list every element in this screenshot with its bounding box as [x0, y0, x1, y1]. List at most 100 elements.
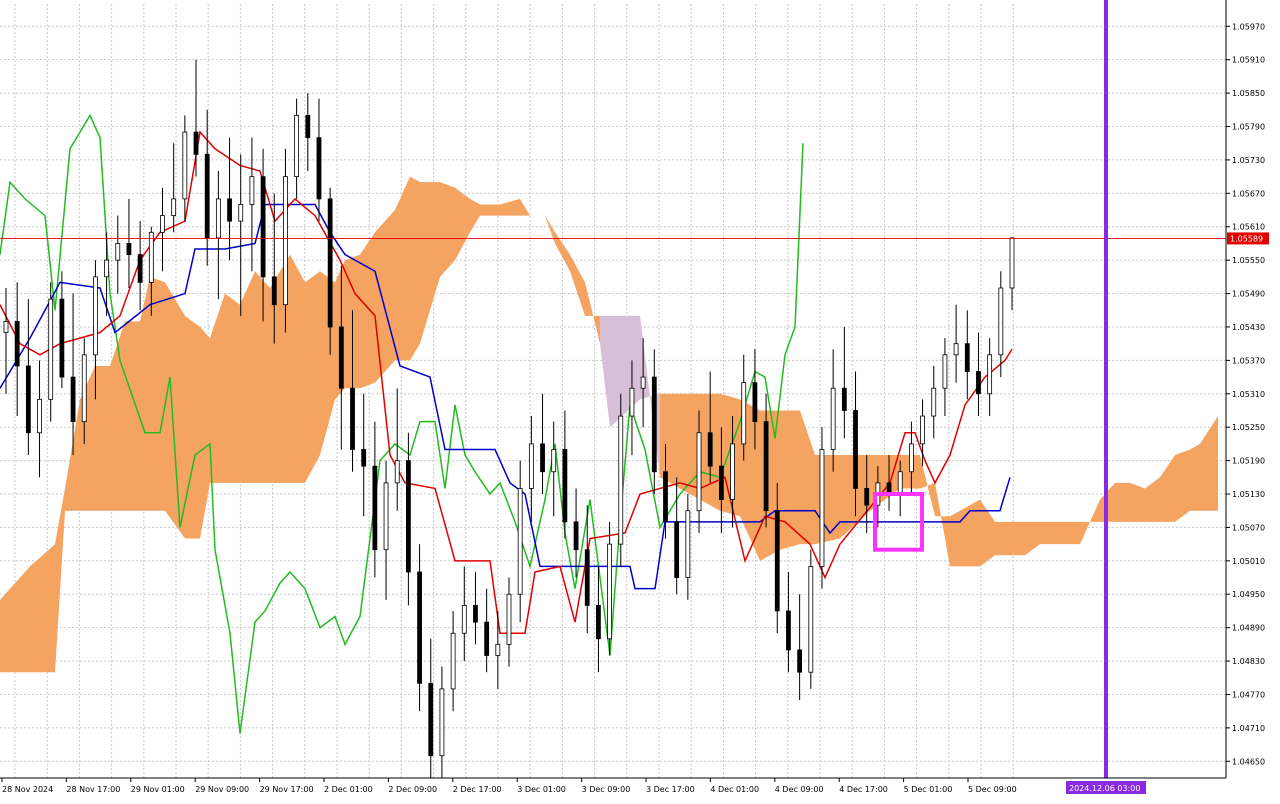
candle-body — [596, 604, 601, 640]
candle-body — [182, 131, 188, 200]
x-tick-label: 29 Nov 01:00 — [131, 785, 185, 794]
x-tick-label: 29 Nov 09:00 — [195, 785, 249, 794]
y-tick-label: 1.04650 — [1232, 757, 1265, 766]
kumo-segment — [995, 521, 1010, 556]
x-tick-label: 2 Dec 01:00 — [324, 785, 373, 794]
future-time-marker-label: 2024.12.06 03:00 — [1069, 784, 1140, 793]
candle-body — [249, 176, 255, 205]
candle-body — [730, 443, 735, 500]
x-tick-label: 5 Dec 09:00 — [968, 785, 1017, 794]
kumo-segment — [1040, 521, 1060, 545]
kumo-segment — [1060, 521, 1080, 545]
candle-body — [238, 204, 244, 222]
candle-body — [383, 482, 389, 551]
candle-body — [864, 488, 870, 506]
candle-body — [897, 471, 903, 495]
y-tick-label: 1.05130 — [1232, 490, 1265, 499]
y-tick-label: 1.05430 — [1232, 323, 1265, 332]
candle-body — [461, 604, 467, 634]
candle-body — [786, 610, 791, 651]
candle-body — [283, 176, 288, 306]
candle-body — [204, 153, 210, 239]
candle-body — [528, 443, 534, 489]
candle-body — [763, 421, 769, 512]
kumo-segment — [30, 544, 55, 673]
candle-body — [819, 449, 825, 567]
y-tick-label: 1.04950 — [1232, 590, 1265, 599]
kumo-segment — [1130, 482, 1145, 522]
kumo-segment — [305, 271, 320, 483]
candle-body — [81, 354, 87, 423]
x-tick-label: 4 Dec 09:00 — [775, 785, 824, 794]
candle-body — [305, 114, 311, 139]
ichimoku-chart[interactable]: 1.05589 2024.12.06 03:00 1.05970 1.05910 1.… — [0, 0, 1280, 800]
candle-body — [148, 231, 154, 283]
x-tick-label: 2 Dec 17:00 — [453, 785, 502, 794]
candle-body — [707, 432, 713, 467]
candle-body — [953, 343, 959, 356]
y-tick-label: 1.05910 — [1232, 56, 1265, 65]
candle-body — [663, 471, 668, 523]
candle-body — [14, 320, 20, 367]
y-tick-label: 1.05670 — [1232, 189, 1265, 198]
candle-body — [495, 643, 501, 656]
x-tick-label: 4 Dec 17:00 — [839, 785, 888, 794]
chart-canvas[interactable]: 1.05589 2024.12.06 03:00 1.05970 1.05910 1.… — [0, 0, 1280, 800]
candle-body — [987, 354, 993, 395]
y-tick-label: 1.05370 — [1232, 356, 1265, 365]
candle-body — [294, 114, 300, 178]
candle-body — [271, 276, 277, 306]
y-tick-label: 1.05610 — [1232, 223, 1265, 232]
kumo-segment — [255, 271, 270, 483]
candle-body — [517, 488, 523, 595]
candle-body — [808, 566, 814, 673]
candle-body — [685, 510, 691, 578]
candle-body — [651, 376, 657, 473]
candle-body — [920, 415, 925, 445]
candle-body — [126, 243, 132, 255]
kumo-segment — [125, 321, 140, 511]
y-tick-label: 1.05310 — [1232, 390, 1265, 399]
y-tick-label: 1.05850 — [1232, 89, 1265, 98]
candle-body — [752, 382, 758, 423]
candle-body — [3, 320, 9, 333]
candle-body — [25, 365, 31, 434]
y-tick-label: 1.05970 — [1232, 22, 1265, 31]
y-tick-label: 1.05490 — [1232, 290, 1265, 299]
candle-body — [115, 243, 121, 261]
candle-body — [327, 198, 333, 328]
candle-body — [37, 398, 42, 434]
y-tick-label: 1.05010 — [1232, 557, 1265, 566]
candle-body — [629, 387, 635, 417]
kumo-segment — [225, 293, 240, 483]
kumo-segment — [480, 204, 500, 216]
candle-body — [93, 276, 98, 356]
kumo-segment — [240, 271, 255, 483]
candle-body — [428, 682, 434, 757]
candle-body — [718, 465, 724, 500]
candle-body — [137, 254, 143, 283]
kumo-segment — [1010, 521, 1025, 556]
candle-body — [215, 198, 221, 239]
candle-body — [160, 215, 165, 233]
candle-body — [998, 287, 1004, 356]
candle-body — [48, 298, 54, 400]
candle-body — [830, 387, 836, 450]
candle-body — [450, 632, 456, 690]
candle-body — [70, 376, 76, 423]
candle-body — [405, 460, 411, 573]
candle-body — [372, 465, 378, 551]
candle-body — [506, 593, 512, 645]
candle-body — [774, 510, 780, 612]
candle-body — [618, 415, 624, 545]
candle-body — [841, 387, 847, 411]
candle-body — [227, 198, 232, 222]
candle-body — [338, 326, 344, 389]
y-tick-label: 1.05070 — [1232, 523, 1265, 532]
kumo-segment — [165, 282, 185, 539]
candle-body — [640, 376, 646, 389]
y-tick-label: 1.04830 — [1232, 657, 1265, 666]
candle-body — [976, 371, 981, 395]
x-tick-label: 3 Dec 01:00 — [517, 785, 566, 794]
x-tick-label: 3 Dec 17:00 — [646, 785, 695, 794]
